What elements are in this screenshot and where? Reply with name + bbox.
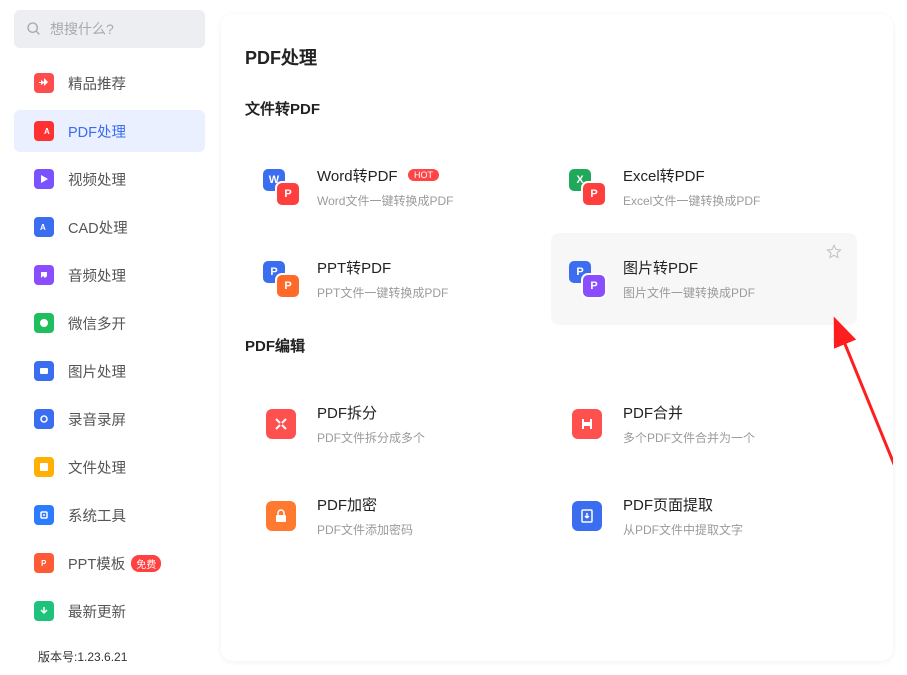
card-title: PDF加密: [317, 494, 377, 515]
section-title: PDF编辑: [245, 335, 869, 356]
tool-icon: [572, 409, 602, 439]
sidebar-item-1[interactable]: A PDF处理: [14, 110, 205, 152]
nav-icon: [34, 313, 54, 333]
tool-card[interactable]: PDF合并 多个PDF文件合并为一个: [551, 378, 857, 470]
svg-text:P: P: [41, 559, 47, 568]
nav-label: CAD处理: [68, 217, 128, 238]
sidebar-item-0[interactable]: 精品推荐: [14, 62, 205, 104]
tool-icon: W P: [263, 169, 299, 205]
version-label: 版本号:1.23.6.21: [14, 648, 205, 665]
nav-icon: [34, 457, 54, 477]
hot-badge: HOT: [408, 169, 439, 181]
nav-label: 文件处理: [68, 457, 126, 478]
card-grid: W P Word转PDF HOT Word文件一键转换成PDF X P Exce…: [245, 141, 869, 325]
card-subtitle: Word文件一键转换成PDF: [317, 192, 533, 209]
tool-icon: [572, 501, 602, 531]
card-subtitle: PDF文件添加密码: [317, 521, 533, 538]
tool-icon: P P: [263, 261, 299, 297]
card-title: 图片转PDF: [623, 257, 698, 278]
card-title: Excel转PDF: [623, 165, 705, 186]
page-title: PDF处理: [245, 44, 869, 70]
sidebar-item-5[interactable]: 微信多开: [14, 302, 205, 344]
search-icon: [26, 21, 42, 37]
star-icon[interactable]: [825, 243, 843, 261]
card-subtitle: PPT文件一键转换成PDF: [317, 284, 533, 301]
card-subtitle: 多个PDF文件合并为一个: [623, 429, 839, 446]
tool-card[interactable]: P P PPT转PDF PPT文件一键转换成PDF: [245, 233, 551, 325]
sidebar-item-7[interactable]: 录音录屏: [14, 398, 205, 440]
tool-card[interactable]: PDF加密 PDF文件添加密码: [245, 470, 551, 562]
nav-label: 录音录屏: [68, 409, 126, 430]
nav-label: 系统工具: [68, 505, 126, 526]
tool-icon: X P: [569, 169, 605, 205]
nav-icon: [34, 409, 54, 429]
card-title: PDF页面提取: [623, 494, 713, 515]
search-input[interactable]: 想搜什么?: [14, 10, 205, 48]
nav-label: 视频处理: [68, 169, 126, 190]
search-placeholder: 想搜什么?: [50, 19, 114, 39]
card-subtitle: Excel文件一键转换成PDF: [623, 192, 839, 209]
svg-text:A: A: [40, 223, 46, 232]
main: PDF处理 文件转PDF W P Word转PDF HOT Word文件一键转换…: [215, 0, 907, 675]
content-panel: PDF处理 文件转PDF W P Word转PDF HOT Word文件一键转换…: [221, 14, 893, 661]
card-title: PDF拆分: [317, 402, 377, 423]
sidebar-item-8[interactable]: 文件处理: [14, 446, 205, 488]
nav-label: PDF处理: [68, 121, 126, 142]
tool-card[interactable]: PDF拆分 PDF文件拆分成多个: [245, 378, 551, 470]
tool-card[interactable]: PDF页面提取 从PDF文件中提取文字: [551, 470, 857, 562]
sidebar-item-9[interactable]: 系统工具: [14, 494, 205, 536]
card-title: PDF合并: [623, 402, 683, 423]
nav-label: 精品推荐: [68, 73, 126, 94]
card-title: Word转PDF: [317, 165, 398, 186]
nav-icon: A: [34, 121, 54, 141]
sidebar-item-3[interactable]: A CAD处理: [14, 206, 205, 248]
tool-card[interactable]: W P Word转PDF HOT Word文件一键转换成PDF: [245, 141, 551, 233]
nav-icon: [34, 361, 54, 381]
nav-icon: A: [34, 217, 54, 237]
nav-label: PPT模板: [68, 553, 125, 574]
nav-label: 音频处理: [68, 265, 126, 286]
card-subtitle: 图片文件一键转换成PDF: [623, 284, 839, 301]
nav-icon: [34, 169, 54, 189]
sidebar: 想搜什么? 精品推荐 A PDF处理 视频处理 A CAD处理 音频处理 微信多…: [0, 0, 215, 675]
nav-label: 图片处理: [68, 361, 126, 382]
sidebar-item-6[interactable]: 图片处理: [14, 350, 205, 392]
sidebar-nav: 精品推荐 A PDF处理 视频处理 A CAD处理 音频处理 微信多开 图片处理…: [14, 62, 205, 642]
tool-card[interactable]: X P Excel转PDF Excel文件一键转换成PDF: [551, 141, 857, 233]
tool-icon: P P: [569, 261, 605, 297]
sidebar-item-11[interactable]: 最新更新: [14, 590, 205, 632]
nav-icon: [34, 265, 54, 285]
section-title: 文件转PDF: [245, 98, 869, 119]
nav-icon: [34, 601, 54, 621]
tool-card[interactable]: P P 图片转PDF 图片文件一键转换成PDF: [551, 233, 857, 325]
sidebar-item-4[interactable]: 音频处理: [14, 254, 205, 296]
nav-badge: 免费: [131, 555, 161, 572]
sections-container: 文件转PDF W P Word转PDF HOT Word文件一键转换成PDF X…: [245, 98, 869, 562]
card-subtitle: 从PDF文件中提取文字: [623, 521, 839, 538]
nav-icon: P: [34, 553, 54, 573]
tool-icon: [266, 409, 296, 439]
tool-icon: [266, 501, 296, 531]
card-subtitle: PDF文件拆分成多个: [317, 429, 533, 446]
nav-label: 微信多开: [68, 313, 126, 334]
card-grid: PDF拆分 PDF文件拆分成多个 PDF合并 多个PDF文件合并为一个 PDF加…: [245, 378, 869, 562]
svg-text:A: A: [44, 127, 50, 136]
nav-label: 最新更新: [68, 601, 126, 622]
nav-icon: [34, 73, 54, 93]
sidebar-item-2[interactable]: 视频处理: [14, 158, 205, 200]
sidebar-item-10[interactable]: P PPT模板 免费: [14, 542, 205, 584]
card-title: PPT转PDF: [317, 257, 391, 278]
nav-icon: [34, 505, 54, 525]
